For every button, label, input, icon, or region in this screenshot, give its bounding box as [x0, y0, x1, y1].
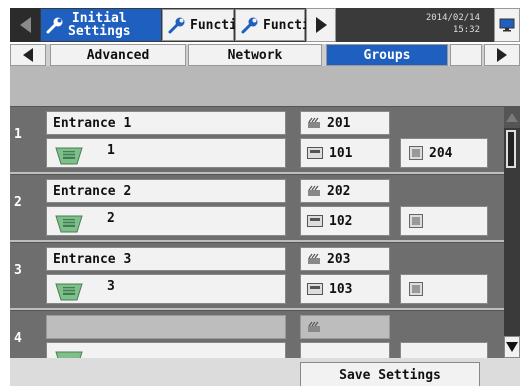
lossnay-icon: [308, 253, 320, 264]
group-unit-button[interactable]: 3: [46, 274, 286, 304]
system-controller-icon: [409, 282, 423, 296]
group-list-panel: 1 Entrance 1 1 201 101 204 2 Entrance 2 …: [10, 66, 520, 358]
group-unit-button[interactable]: [46, 342, 286, 358]
group-unit-button[interactable]: 1: [46, 138, 286, 168]
remote-address: 103: [329, 281, 353, 297]
lossnay-address: 203: [327, 251, 351, 267]
monitor-icon: [499, 18, 515, 32]
lossnay-address: 202: [327, 183, 351, 199]
group-row: 2 Entrance 2 2 202 102: [10, 174, 504, 240]
system-controller-address: 204: [429, 145, 453, 161]
lossnay-icon: [308, 117, 320, 128]
sub-prev-button[interactable]: [10, 44, 46, 66]
list-header-spacer: [10, 66, 520, 106]
group-number: 1: [107, 143, 115, 158]
group-number: 3: [107, 279, 115, 294]
remote-controller-icon: [307, 283, 323, 295]
indoor-unit-icon: [55, 283, 83, 301]
scroll-up-button[interactable]: [504, 106, 520, 128]
monitor-button[interactable]: [494, 8, 520, 42]
indoor-unit-icon: [55, 351, 83, 358]
top-prev-button[interactable]: [10, 8, 40, 42]
arrow-left-icon: [23, 48, 33, 62]
group-unit-button[interactable]: 2: [46, 206, 286, 236]
clock-time: 15:32: [452, 25, 480, 35]
system-controller-button[interactable]: [400, 274, 488, 304]
tab-groups[interactable]: Groups: [326, 44, 448, 66]
lossnay-button[interactable]: 201: [300, 111, 390, 135]
group-row: 1 Entrance 1 1 201 101 204: [10, 106, 504, 172]
remote-address: 102: [329, 213, 353, 229]
group-name-field[interactable]: Entrance 3: [46, 247, 286, 271]
tab-blank[interactable]: [450, 44, 482, 66]
arrow-down-icon: [506, 342, 518, 352]
remote-controller-button[interactable]: 103: [300, 274, 390, 304]
remote-controller-button[interactable]: 101: [300, 138, 390, 168]
sub-tab-bar: Advanced Network Groups: [10, 44, 520, 66]
bottom-bar: Save Settings: [10, 358, 520, 386]
top-next-button[interactable]: [306, 8, 336, 42]
group-row: 3 Entrance 3 3 203 103: [10, 242, 504, 308]
wrench-icon: [46, 17, 63, 34]
remote-address: 101: [329, 145, 353, 161]
sub-next-button[interactable]: [484, 44, 520, 66]
group-name-field[interactable]: Entrance 2: [46, 179, 286, 203]
group-name-field[interactable]: [46, 315, 286, 339]
system-controller-icon: [409, 146, 423, 160]
row-number: 4: [14, 331, 22, 346]
tab-initial-settings-line2: Settings: [68, 24, 131, 39]
remote-controller-button[interactable]: [300, 342, 390, 358]
group-name-field[interactable]: Entrance 1: [46, 111, 286, 135]
tab-initial-settings[interactable]: Initial Settings: [41, 9, 161, 41]
scroll-down-button[interactable]: [504, 336, 520, 358]
tab-function2[interactable]: Function2: [235, 9, 333, 41]
remote-controller-icon: [307, 215, 323, 227]
clock: 2014/02/14 15:32: [338, 12, 488, 36]
tab-advanced[interactable]: Advanced: [50, 44, 186, 66]
arrow-left-icon: [19, 17, 31, 33]
arrow-right-icon: [497, 48, 507, 62]
arrow-up-icon: [506, 112, 518, 122]
save-settings-button[interactable]: Save Settings: [300, 362, 480, 386]
lossnay-button[interactable]: 203: [300, 247, 390, 271]
system-controller-button[interactable]: [400, 342, 488, 358]
arrow-right-icon: [315, 17, 327, 33]
top-tab-bar: Initial Settings Function1 Function2 201…: [10, 8, 520, 42]
remote-controller-button[interactable]: 102: [300, 206, 390, 236]
indoor-unit-icon: [55, 215, 83, 233]
row-number: 2: [14, 195, 22, 210]
tab-network[interactable]: Network: [188, 44, 322, 66]
lossnay-address: 201: [327, 115, 351, 131]
lossnay-icon: [308, 185, 320, 196]
wrench-icon: [241, 17, 258, 34]
group-row: 4: [10, 310, 504, 358]
indoor-unit-icon: [55, 147, 83, 165]
group-number: 2: [107, 211, 115, 226]
clock-date: 2014/02/14: [425, 13, 480, 23]
scrollbar[interactable]: [504, 106, 520, 358]
lossnay-icon: [308, 321, 320, 332]
row-number: 3: [14, 263, 22, 278]
system-controller-icon: [409, 214, 423, 228]
lossnay-button[interactable]: [300, 315, 390, 339]
screen: Initial Settings Function1 Function2 201…: [0, 0, 526, 386]
lossnay-button[interactable]: 202: [300, 179, 390, 203]
row-number: 1: [14, 127, 22, 142]
tab-function1[interactable]: Function1: [162, 9, 260, 41]
remote-controller-icon: [307, 147, 323, 159]
wrench-icon: [168, 17, 185, 34]
system-controller-button[interactable]: 204: [400, 138, 488, 168]
system-controller-button[interactable]: [400, 206, 488, 236]
scroll-thumb[interactable]: [506, 130, 516, 168]
